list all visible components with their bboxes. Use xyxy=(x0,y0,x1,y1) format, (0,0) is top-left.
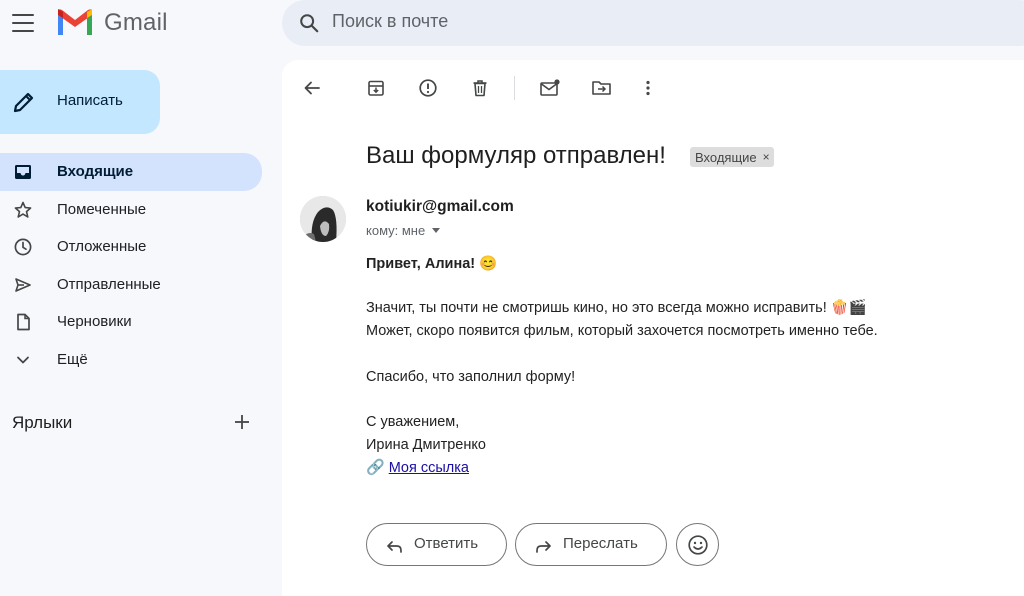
star-icon xyxy=(14,201,32,218)
recipients-details-toggle[interactable]: кому: мне xyxy=(366,223,441,238)
sidebar-item-more[interactable]: Ещё xyxy=(0,341,262,379)
plus-icon[interactable] xyxy=(232,412,252,432)
avatar-photo xyxy=(300,196,346,242)
reply-button[interactable]: Ответить xyxy=(366,523,507,566)
sidebar-item-label: Входящие xyxy=(57,163,134,180)
delete-button[interactable] xyxy=(468,76,492,100)
sidebar-item-starred[interactable]: Помеченные xyxy=(0,191,262,229)
sidebar-item-sent[interactable]: Отправленные xyxy=(0,266,262,304)
menu-line xyxy=(12,14,34,16)
forward-label: Переслать xyxy=(563,535,638,552)
sidebar-item-label: Черновики xyxy=(57,313,132,331)
email-signature: Ирина Дмитренко xyxy=(366,437,486,453)
reply-label: Ответить xyxy=(414,535,479,552)
email-signoff: С уважением, xyxy=(366,414,460,430)
labels-title: Ярлыки xyxy=(12,413,73,432)
mark-unread-icon xyxy=(540,79,560,96)
sidebar-item-label: Отправленные xyxy=(57,275,161,293)
menu-line xyxy=(12,30,34,32)
archive-icon xyxy=(368,80,384,96)
forward-button[interactable]: Переслать xyxy=(515,523,667,566)
email-greeting: Привет, Алина! 😊 xyxy=(366,256,498,272)
label-chip-text: Входящие xyxy=(695,149,757,165)
email-paragraph-line: Может, скоро появится фильм, который зах… xyxy=(366,323,878,339)
email-subject: Ваш формуляр отправлен! xyxy=(366,142,666,169)
gmail-m-icon xyxy=(58,9,92,35)
top-bar: Gmail xyxy=(0,0,1024,46)
archive-button[interactable] xyxy=(364,76,388,100)
caret-down-icon xyxy=(432,228,441,233)
gmail-logo[interactable]: Gmail xyxy=(56,8,168,38)
report-spam-icon xyxy=(419,79,437,97)
menu-line xyxy=(12,22,34,24)
sender-email: kotiukir@gmail.com xyxy=(366,198,514,215)
more-options-button[interactable] xyxy=(636,76,660,100)
report-spam-button[interactable] xyxy=(416,76,440,100)
chevron-down-icon xyxy=(17,356,29,364)
clock-icon xyxy=(14,238,32,256)
labels-section-header: Ярлыки xyxy=(12,412,252,436)
smiley-icon xyxy=(687,534,708,555)
reply-icon xyxy=(387,541,402,553)
sidebar-item-label: Помеченные xyxy=(57,200,147,218)
more-vert-icon xyxy=(646,80,650,96)
emoji-reaction-button[interactable] xyxy=(676,523,719,566)
sidebar-item-drafts[interactable]: Черновики xyxy=(0,303,262,341)
email-thanks-line: Спасибо, что заполнил форму! xyxy=(366,369,576,385)
recipients-text: кому: мне xyxy=(366,223,426,238)
search-input[interactable] xyxy=(332,11,932,32)
sidebar-item-label: Ещё xyxy=(57,350,88,368)
sender-avatar[interactable] xyxy=(300,196,346,242)
search-icon[interactable] xyxy=(298,12,320,34)
forward-icon xyxy=(536,541,551,553)
link-icon: 🔗 xyxy=(366,459,385,476)
back-button[interactable] xyxy=(300,76,324,100)
compose-button[interactable]: Написать xyxy=(0,70,160,134)
search-bar[interactable] xyxy=(282,0,1024,46)
pencil-icon xyxy=(13,92,34,113)
sidebar-item-label: Отложенные xyxy=(57,238,147,256)
draft-icon xyxy=(17,314,30,331)
inbox-label-chip[interactable]: Входящие × xyxy=(690,147,774,167)
main-menu-button[interactable] xyxy=(10,11,36,35)
my-link[interactable]: Моя ссылка xyxy=(389,456,469,480)
app-name: Gmail xyxy=(104,9,168,36)
back-arrow-icon xyxy=(304,81,320,95)
sidebar-item-snoozed[interactable]: Отложенные xyxy=(0,228,262,266)
remove-label-icon[interactable]: × xyxy=(763,150,770,164)
mark-unread-button[interactable] xyxy=(538,76,562,100)
compose-label: Написать xyxy=(57,92,123,109)
sidebar-item-inbox[interactable]: Входящие xyxy=(0,153,262,191)
inbox-icon xyxy=(15,165,31,179)
send-icon xyxy=(15,277,31,292)
email-link-line: 🔗 Моя ссылка xyxy=(366,456,469,480)
sidebar-nav: Входящие Помеченные Отложенные Отправлен… xyxy=(0,153,262,379)
delete-icon xyxy=(473,80,487,97)
move-to-icon xyxy=(592,81,611,95)
toolbar-divider xyxy=(514,76,515,100)
move-to-button[interactable] xyxy=(590,76,614,100)
message-pane: Ваш формуляр отправлен! Входящие × kotiu… xyxy=(282,60,1024,596)
email-paragraph-line: Значит, ты почти не смотришь кино, но эт… xyxy=(366,300,867,316)
